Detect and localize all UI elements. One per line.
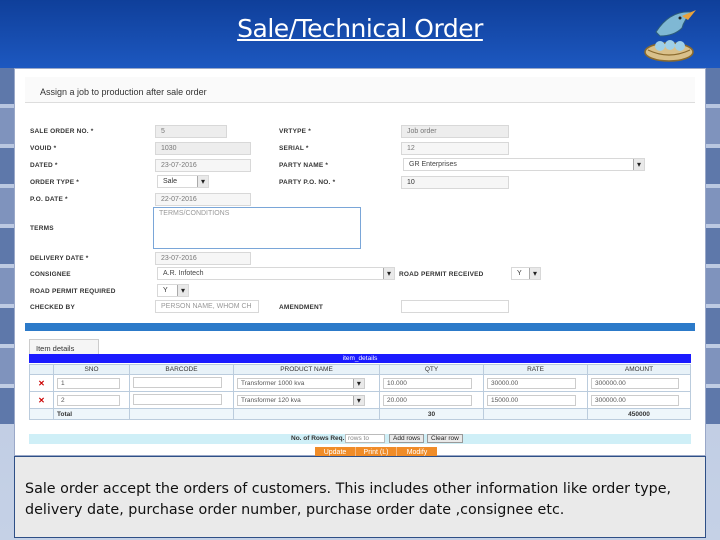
remove-column-header — [29, 364, 54, 375]
tab-item-details[interactable]: Item details — [29, 339, 99, 355]
product-name-select[interactable]: Transformer 1000 kva — [237, 377, 365, 389]
checked-by-label: CHECKED BY — [30, 304, 75, 311]
rows-label: No. of Rows Req. — [291, 435, 345, 442]
consignee-select[interactable]: A.R. Infotech — [157, 267, 395, 280]
terms-textarea[interactable]: TERMS/CONDITIONS — [153, 207, 361, 249]
bird-nest-logo — [644, 10, 696, 62]
vouid-field[interactable]: 1030 — [155, 142, 251, 155]
rate-input[interactable]: 30000.00 — [487, 377, 577, 389]
vouid-label: VOUID * — [30, 145, 57, 152]
party-name-select[interactable]: GR Enterprises — [403, 158, 645, 171]
party-po-no-field[interactable]: 10 — [401, 176, 509, 189]
rows-request-bar: No. of Rows Req. rows to Add rows Clear … — [29, 434, 691, 444]
remove-row-icon[interactable]: ✕ — [29, 374, 54, 392]
amendment-label: AMENDMENT — [279, 304, 324, 311]
barcode-input[interactable] — [133, 393, 223, 405]
rate-input[interactable]: 15000.00 — [487, 394, 577, 406]
section-divider-band — [25, 323, 695, 331]
column-header: PRODUCT NAME — [233, 364, 380, 375]
product-name-select[interactable]: Transformer 120 kva — [237, 394, 365, 406]
road-permit-required-label: ROAD PERMIT REQUIRED — [30, 288, 116, 295]
total-label: Total — [53, 408, 130, 420]
serial-field[interactable]: 12 — [401, 142, 509, 155]
party-po-no-label: PARTY P.O. NO. * — [279, 179, 336, 186]
party-name-label: PARTY NAME * — [279, 162, 329, 169]
sale-order-no-field[interactable]: 5 — [155, 125, 227, 138]
road-permit-received-select[interactable]: Y — [511, 267, 541, 280]
total-row: Total 30 450000 — [29, 408, 691, 420]
sno-input[interactable]: 1 — [57, 377, 121, 389]
barcode-input[interactable] — [133, 376, 223, 388]
column-header: RATE — [483, 364, 588, 375]
app-screenshot: Assign a job to production after sale or… — [14, 68, 706, 459]
add-rows-button[interactable]: Add rows — [389, 434, 425, 443]
rows-count-input[interactable]: rows to — [345, 434, 385, 443]
table-row: ✕ 2 Transformer 120 kva 20.000 15000.00 … — [29, 391, 691, 409]
qty-input[interactable]: 20.000 — [383, 394, 473, 406]
total-amount: 450000 — [587, 408, 691, 420]
po-date-label: P.O. DATE * — [30, 196, 68, 203]
total-qty: 30 — [379, 408, 484, 420]
page-heading: Assign a job to production after sale or… — [25, 77, 695, 103]
consignee-label: CONSIGNEE — [30, 271, 71, 278]
road-permit-required-select[interactable]: Y — [157, 284, 189, 297]
po-date-field[interactable]: 22-07-2016 — [155, 193, 251, 206]
column-header: SNO — [53, 364, 130, 375]
table-header-row: SNO BARCODE PRODUCT NAME QTY RATE AMOUNT — [29, 364, 691, 375]
amendment-field[interactable] — [401, 300, 509, 313]
column-header: AMOUNT — [587, 364, 691, 375]
item-details-table: SNO BARCODE PRODUCT NAME QTY RATE AMOUNT… — [29, 364, 691, 420]
amount-input[interactable]: 300000.00 — [591, 377, 680, 389]
slide-title: Sale/Technical Order — [237, 14, 483, 43]
column-header: BARCODE — [129, 364, 234, 375]
amount-input[interactable]: 300000.00 — [591, 394, 680, 406]
serial-label: SERIAL * — [279, 145, 309, 152]
left-stripes — [0, 68, 14, 456]
road-permit-received-label: ROAD PERMIT RECEIVED — [399, 271, 484, 278]
right-stripes — [706, 68, 720, 456]
vrtype-field[interactable]: Job order — [401, 125, 509, 138]
caption-text: Sale order accept the orders of customer… — [14, 456, 706, 538]
dated-field[interactable]: 23-07-2016 — [155, 159, 251, 172]
vrtype-label: VRTYPE * — [279, 128, 311, 135]
delivery-date-label: DELIVERY DATE * — [30, 255, 89, 262]
order-type-select[interactable]: Sale — [157, 175, 209, 188]
column-header: QTY — [379, 364, 484, 375]
sale-order-no-label: SALE ORDER NO. * — [30, 128, 94, 135]
dated-label: DATED * — [30, 162, 58, 169]
clear-rows-button[interactable]: Clear row — [427, 434, 463, 443]
remove-row-icon[interactable]: ✕ — [29, 391, 54, 409]
terms-label: TERMS — [30, 225, 54, 232]
qty-input[interactable]: 10.000 — [383, 377, 473, 389]
order-type-label: ORDER TYPE * — [30, 179, 79, 186]
grid-title: item_details — [29, 354, 691, 363]
delivery-date-field[interactable]: 23-07-2016 — [155, 252, 251, 265]
sno-input[interactable]: 2 — [57, 394, 121, 406]
checked-by-field[interactable]: PERSON NAME, WHOM CH — [155, 300, 259, 313]
table-row: ✕ 1 Transformer 1000 kva 10.000 30000.00… — [29, 374, 691, 392]
